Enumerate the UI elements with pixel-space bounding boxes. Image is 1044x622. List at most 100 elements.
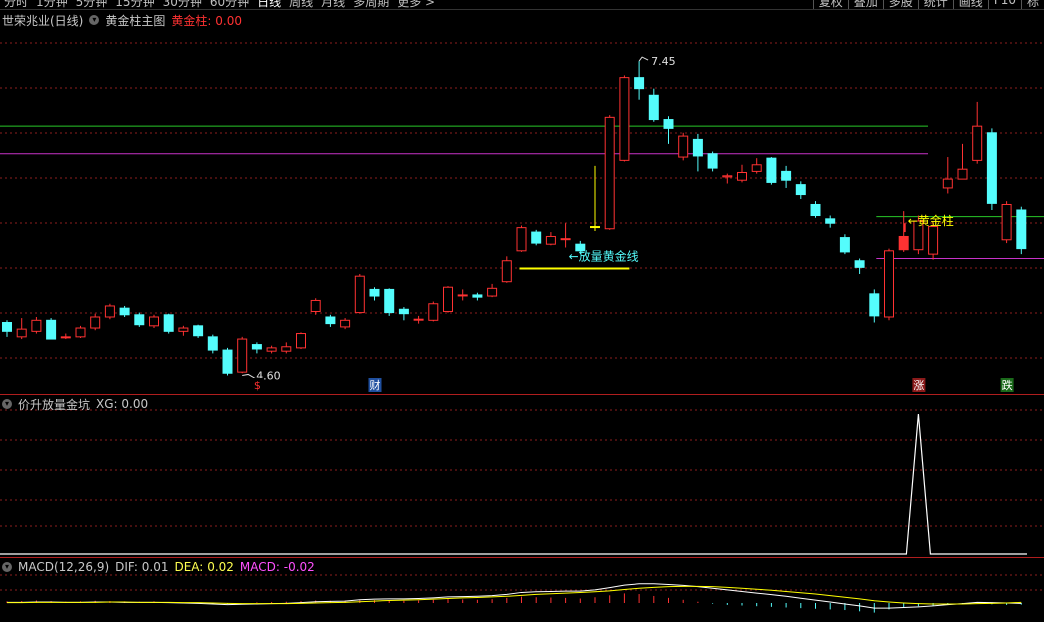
tab-period[interactable]: 30分钟 bbox=[159, 0, 206, 9]
candle-body bbox=[663, 119, 674, 129]
candle-body bbox=[590, 226, 600, 229]
candle-body bbox=[413, 318, 424, 321]
dif-label: DIF: bbox=[115, 560, 138, 574]
candle-body bbox=[354, 275, 365, 314]
macd-series bbox=[6, 583, 1022, 613]
candle-body bbox=[972, 125, 983, 161]
candle-body bbox=[751, 164, 762, 172]
candle-body bbox=[957, 168, 968, 180]
low-pointer bbox=[242, 373, 256, 379]
candle-body bbox=[869, 293, 880, 317]
candle-body bbox=[325, 316, 336, 325]
tab-period[interactable]: 月线 bbox=[317, 0, 349, 9]
candle-body bbox=[251, 344, 262, 350]
tab-period[interactable]: 分时 bbox=[0, 0, 32, 9]
candle-body bbox=[604, 116, 615, 230]
candle-body bbox=[31, 319, 42, 332]
mark-button[interactable]: 标 bbox=[1020, 0, 1044, 9]
candle-body bbox=[707, 153, 718, 169]
sub1-header: ▾ 价升放量金坑 XG: 0.00 bbox=[2, 396, 148, 412]
xg-line bbox=[0, 413, 1027, 555]
candle-body bbox=[487, 287, 498, 297]
statistics-button[interactable]: 统计 bbox=[917, 0, 953, 9]
candle-body bbox=[119, 307, 130, 316]
candle-body bbox=[428, 303, 439, 321]
param-label: 黄金柱: bbox=[171, 13, 212, 28]
candlestick-series[interactable] bbox=[2, 61, 1027, 376]
dea-value: 0.02 bbox=[207, 560, 234, 574]
candle-body bbox=[296, 333, 306, 349]
tab-more[interactable]: 更多 > bbox=[393, 0, 439, 9]
candle-body bbox=[825, 218, 836, 224]
overlay-button[interactable]: 叠加 bbox=[847, 0, 883, 9]
candle-body bbox=[60, 336, 71, 339]
tab-period[interactable]: 1分钟 bbox=[32, 0, 72, 9]
period-tabs: 分时 1分钟 5分钟 15分钟 30分钟 60分钟 日线 周线 月线 多周期 更… bbox=[0, 0, 439, 9]
macd-label: MACD: bbox=[239, 560, 280, 574]
macd-indicator-name[interactable]: MACD(12,26,9) bbox=[18, 560, 109, 574]
xg-value: 0.00 bbox=[121, 397, 149, 411]
candle-body bbox=[692, 138, 703, 157]
dif-readout: DIF: 0.01 bbox=[115, 560, 168, 574]
indicator-param: 黄金柱: 0.00 bbox=[171, 12, 242, 29]
sub2-header: ▾ MACD(12,26,9) DIF: 0.01 DEA: 0.02 MACD… bbox=[2, 559, 315, 575]
candle-body bbox=[443, 286, 453, 312]
candle-body bbox=[163, 314, 174, 332]
xg-label: XG: bbox=[96, 397, 118, 411]
tab-period-daily[interactable]: 日线 bbox=[253, 0, 285, 9]
candle-body bbox=[648, 94, 659, 121]
candle-body bbox=[619, 77, 630, 161]
candle-body bbox=[986, 132, 997, 204]
macd-dea-line bbox=[7, 585, 1022, 605]
gold-line-annotation: ←放量黄金线 bbox=[569, 248, 639, 263]
candle-body bbox=[516, 227, 527, 252]
candle-body bbox=[104, 305, 115, 318]
tab-period[interactable]: 5分钟 bbox=[72, 0, 112, 9]
candle-body bbox=[795, 184, 806, 196]
macd-readout: MACD: -0.02 bbox=[240, 560, 315, 574]
gold-pillar-annotation: ←黄金柱 bbox=[908, 213, 954, 228]
indicator-name[interactable]: 黄金柱主图 bbox=[105, 12, 165, 29]
candle-body bbox=[457, 294, 468, 297]
candle-body bbox=[884, 250, 894, 318]
f10-button[interactable]: F10 bbox=[987, 0, 1021, 9]
candle-body bbox=[501, 260, 512, 283]
multi-stock-button[interactable]: 多股 bbox=[882, 0, 918, 9]
candle-body bbox=[310, 299, 321, 312]
candle-body bbox=[472, 294, 483, 298]
indicator-dropdown-icon[interactable]: ▾ bbox=[89, 15, 100, 25]
candle-body bbox=[149, 316, 159, 327]
candle-body bbox=[369, 288, 380, 297]
candle-body bbox=[839, 237, 850, 253]
dif-value: 0.01 bbox=[141, 560, 169, 574]
candle-body bbox=[281, 346, 292, 352]
candle-body bbox=[384, 288, 395, 314]
tab-period[interactable]: 多周期 bbox=[349, 0, 393, 9]
candle-body bbox=[854, 260, 865, 268]
signal-marker: 涨 bbox=[913, 379, 924, 392]
sub1-indicator-name[interactable]: 价升放量金坑 bbox=[18, 396, 90, 413]
chart-canvas[interactable]: 7.454.60←放量黄金线←黄金柱$ 财涨跌 bbox=[0, 0, 1044, 622]
period-toolbar: 分时 1分钟 5分钟 15分钟 30分钟 60分钟 日线 周线 月线 多周期 更… bbox=[0, 0, 1044, 10]
candle-body bbox=[766, 157, 777, 183]
restore-rights-button[interactable]: 复权 bbox=[812, 0, 848, 9]
candle-body bbox=[737, 171, 747, 181]
candle-body bbox=[398, 308, 409, 315]
xg-readout: XG: 0.00 bbox=[96, 397, 148, 411]
tab-period[interactable]: 周线 bbox=[285, 0, 317, 9]
candle-body bbox=[134, 314, 145, 326]
main-header: 世荣兆业(日线) ▾ 黄金柱主图 黄金柱: 0.00 bbox=[2, 12, 242, 28]
signal-marker: $ bbox=[254, 379, 261, 392]
tool-buttons: 复权 叠加 多股 统计 画线 F10 标 bbox=[812, 0, 1044, 9]
candle-body bbox=[545, 235, 556, 245]
sub1-dropdown-icon[interactable]: ▾ bbox=[2, 399, 12, 409]
dea-readout: DEA: 0.02 bbox=[174, 560, 233, 574]
candle-body bbox=[222, 349, 233, 374]
draw-line-button[interactable]: 画线 bbox=[952, 0, 988, 9]
xg-series bbox=[0, 413, 1027, 555]
tab-period[interactable]: 60分钟 bbox=[206, 0, 253, 9]
tab-period[interactable]: 15分钟 bbox=[111, 0, 158, 9]
candle-body bbox=[781, 170, 792, 181]
stock-name[interactable]: 世荣兆业(日线) bbox=[2, 12, 83, 29]
sub2-dropdown-icon[interactable]: ▾ bbox=[2, 562, 12, 572]
